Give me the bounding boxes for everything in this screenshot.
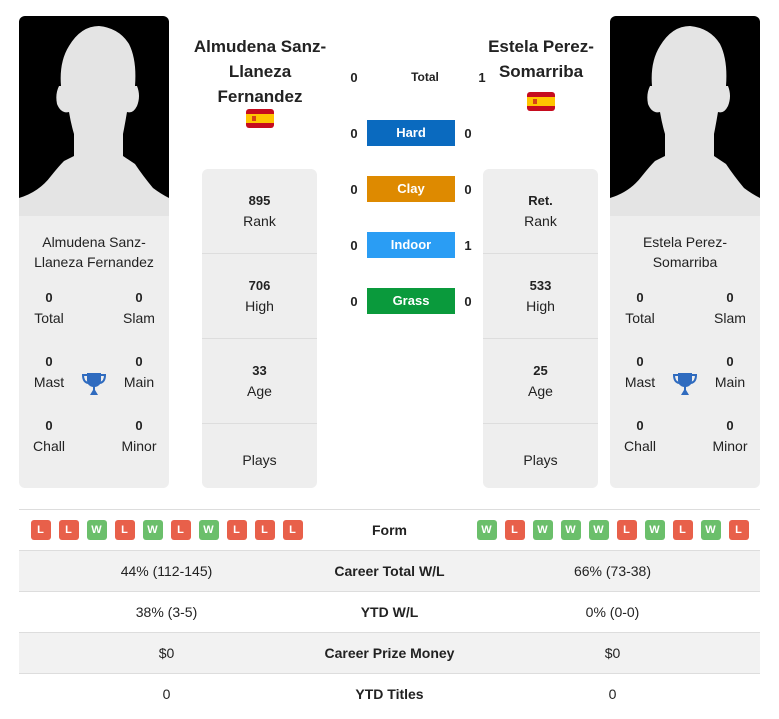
clay-surface-button[interactable]: Clay [367, 176, 455, 202]
player1-high: 706 High [202, 254, 317, 339]
player2-form: WLWWWLWLWL [465, 520, 760, 540]
form-loss-badge[interactable]: L [672, 520, 693, 540]
spain-flag-icon [246, 109, 274, 128]
player2-main: 0 Main [714, 354, 746, 390]
avatar-silhouette-icon [19, 26, 169, 216]
trophy-icon [79, 352, 109, 416]
player2-high: 533 High [483, 254, 598, 339]
form-win-badge[interactable]: W [476, 520, 497, 540]
player2-titles: 0 Total 0 Slam 0 Mast 0 Main 0 Chall 0 Minor [610, 288, 760, 480]
form-win-badge[interactable]: W [644, 520, 665, 540]
form-win-badge[interactable]: W [142, 520, 163, 540]
form-win-badge[interactable]: W [588, 520, 609, 540]
player1-rank: 895 Rank [202, 169, 317, 254]
form-win-badge[interactable]: W [700, 520, 721, 540]
form-loss-badge[interactable]: L [254, 520, 275, 540]
h2h-hard: 0 Hard 0 [347, 120, 489, 146]
player1-card: Almudena Sanz- Llaneza Fernandez 0 Total … [19, 216, 169, 488]
player1-plays: Plays [242, 452, 277, 468]
form-loss-badge[interactable]: L [504, 520, 525, 540]
player2-plays: Plays [523, 452, 558, 468]
grass-surface-button[interactable]: Grass [367, 288, 455, 314]
player2-minor: 0 Minor [712, 418, 748, 454]
table-row: 0 YTD Titles 0 [19, 673, 760, 714]
player1-main: 0 Main [123, 354, 155, 390]
form-loss-badge[interactable]: L [170, 520, 191, 540]
player2-total: 0 Total [625, 290, 655, 326]
player1-mast: 0 Mast [33, 354, 65, 390]
player2-rank: Ret. Rank [483, 169, 598, 254]
player2-stats: Ret. Rank 533 High 25 Age Plays [483, 169, 598, 488]
form-win-badge[interactable]: W [86, 520, 107, 540]
h2h-clay: 0 Clay 0 [347, 176, 489, 202]
avatar-silhouette-icon [610, 26, 760, 216]
form-loss-badge[interactable]: L [616, 520, 637, 540]
form-loss-badge[interactable]: L [114, 520, 135, 540]
table-row: 44% (112-145) Career Total W/L 66% (73-3… [19, 550, 760, 591]
form-label: Form [372, 522, 407, 538]
player1-titles: 0 Total 0 Slam 0 Mast 0 Main 0 Chall 0 Minor [19, 288, 169, 480]
player2-slam: 0 Slam [714, 290, 746, 326]
player1-name[interactable]: Almudena Sanz- Llaneza Fernandez [180, 34, 340, 109]
player1-total: 0 Total [34, 290, 64, 326]
form-win-badge[interactable]: W [532, 520, 553, 540]
player2-photo [610, 16, 760, 216]
player1-chall: 0 Chall [33, 418, 65, 454]
player2-age: 25 Age [483, 339, 598, 424]
player2-name[interactable]: Estela Perez- Somarriba [461, 34, 621, 84]
player2-card-name: Estela Perez- Somarriba [642, 234, 728, 270]
player2-chall: 0 Chall [624, 418, 656, 454]
table-row: $0 Career Prize Money $0 [19, 632, 760, 673]
form-loss-badge[interactable]: L [226, 520, 247, 540]
form-loss-badge[interactable]: L [282, 520, 303, 540]
form-loss-badge[interactable]: L [30, 520, 51, 540]
form-loss-badge[interactable]: L [728, 520, 749, 540]
h2h-grass: 0 Grass 0 [347, 288, 489, 314]
player1-card-name: Almudena Sanz- Llaneza Fernandez [34, 234, 154, 270]
trophy-icon [670, 352, 700, 416]
comparison-table: LLWLWLWLLL Form WLWWWLWLWL 44% (112-145)… [19, 509, 760, 714]
form-loss-badge[interactable]: L [58, 520, 79, 540]
form-win-badge[interactable]: W [560, 520, 581, 540]
player2-card: Estela Perez- Somarriba 0 Total 0 Slam 0 Ma… [610, 216, 760, 488]
form-win-badge[interactable]: W [198, 520, 219, 540]
indoor-surface-button[interactable]: Indoor [367, 232, 455, 258]
player1-age: 33 Age [202, 339, 317, 424]
h2h-summary: 0 Total 1 0 Hard 0 0 Clay 0 0 Indoor 1 0… [347, 64, 489, 314]
hard-surface-button[interactable]: Hard [367, 120, 455, 146]
player1-photo [19, 16, 169, 216]
player1-minor: 0 Minor [121, 418, 157, 454]
player2-mast: 0 Mast [624, 354, 656, 390]
player1-form: LLWLWLWLLL [19, 520, 314, 540]
form-row: LLWLWLWLLL Form WLWWWLWLWL [19, 509, 760, 550]
spain-flag-icon [527, 92, 555, 111]
table-row: 38% (3-5) YTD W/L 0% (0-0) [19, 591, 760, 632]
h2h-indoor: 0 Indoor 1 [347, 232, 489, 258]
player1-slam: 0 Slam [123, 290, 155, 326]
player1-stats: 895 Rank 706 High 33 Age Plays [202, 169, 317, 488]
